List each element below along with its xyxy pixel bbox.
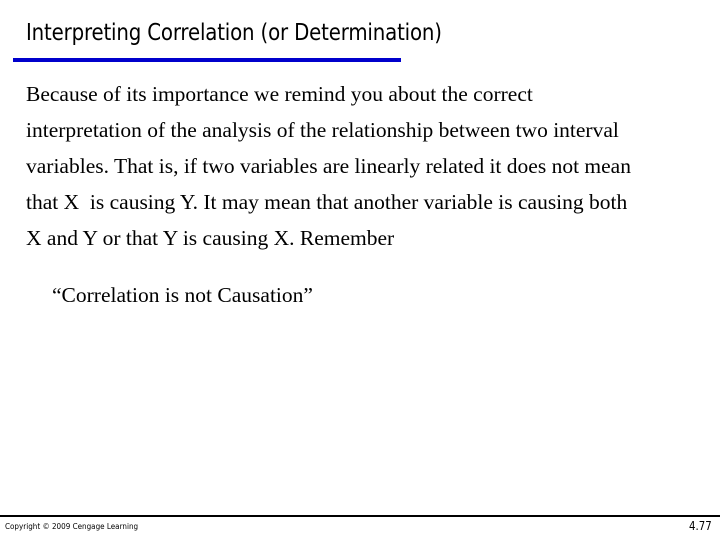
body-line: interpretation of the analysis of the re…: [26, 118, 619, 142]
title-underline: [13, 58, 401, 62]
body-paragraph: Because of its importance we remind you …: [26, 76, 716, 256]
slide-title: Interpreting Correlation (or Determinati…: [26, 20, 442, 46]
body-line: Because of its importance we remind you …: [26, 82, 533, 106]
body-line: variables. That is, if two variables are…: [26, 154, 631, 178]
quote: “Correlation is not Causation”: [52, 283, 313, 307]
copyright-notice: Copyright © 2009 Cengage Learning: [5, 522, 139, 531]
footer-divider: [0, 515, 720, 517]
page-number: 4.77: [689, 519, 712, 533]
body-line: that X is causing Y. It may mean that an…: [26, 190, 628, 214]
body-line: X and Y or that Y is causing X. Remember: [26, 226, 395, 250]
